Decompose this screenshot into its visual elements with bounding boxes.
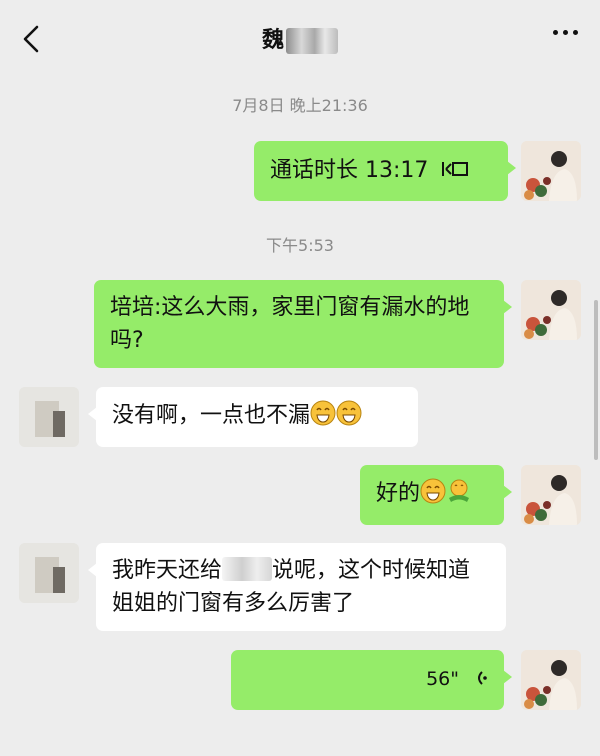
video-call-icon (442, 162, 469, 176)
voice-duration: 56" (426, 668, 459, 690)
message-text: 培培:这么大雨，家里门窗有漏水的地吗? (110, 295, 470, 353)
message-text-part: 我昨天还给 (112, 558, 223, 583)
grin-emoji-icon (310, 400, 336, 426)
timestamp: 下午5:53 (266, 236, 334, 255)
grin-emoji-icon (336, 400, 362, 426)
blurred-name-part (286, 28, 338, 54)
more-button[interactable] (553, 30, 578, 35)
avatar-illustration (521, 280, 581, 340)
call-duration-text: 通话时长 13:17 (270, 158, 429, 183)
avatar-illustration (521, 141, 581, 201)
timestamp: 7月8日 晚上21:36 (232, 96, 368, 115)
message-bubble[interactable]: 我昨天还给 说呢，这个时候知道姐姐的门窗有多么厉害了 (88, 543, 506, 631)
scrollbar[interactable] (594, 300, 598, 460)
voice-wave-icon (478, 671, 487, 685)
avatar-me[interactable] (521, 280, 581, 340)
chat-title: 魏 (0, 22, 600, 54)
message-text: 好的 (376, 481, 421, 506)
more-dot (573, 30, 578, 35)
avatar-illustration (521, 465, 581, 525)
message-bubble[interactable]: 好的 (360, 465, 512, 525)
message-text: 没有啊，一点也不漏 (112, 403, 311, 428)
call-bubble[interactable]: 通话时长 13:17 (254, 141, 516, 201)
grin-emoji-icon (420, 478, 446, 504)
avatar-illustration (19, 543, 79, 603)
avatar-me[interactable] (521, 650, 581, 710)
avatar-contact[interactable] (19, 543, 79, 603)
more-dot (553, 30, 558, 35)
avatar-me[interactable] (521, 465, 581, 525)
hug-emoji-icon (449, 479, 470, 502)
message-bubble[interactable]: 培培:这么大雨，家里门窗有漏水的地吗? (94, 280, 512, 368)
contact-name: 魏 (261, 28, 284, 53)
chat-header: 魏 (0, 0, 600, 78)
avatar-illustration (19, 387, 79, 447)
more-dot (563, 30, 568, 35)
message-bubble[interactable]: 没有啊，一点也不漏 (88, 387, 418, 447)
avatar-me[interactable] (521, 141, 581, 201)
avatar-illustration (521, 650, 581, 710)
avatar-contact[interactable] (19, 387, 79, 447)
voice-message-bubble[interactable]: 56" (231, 650, 512, 710)
blurred-text (222, 557, 273, 581)
